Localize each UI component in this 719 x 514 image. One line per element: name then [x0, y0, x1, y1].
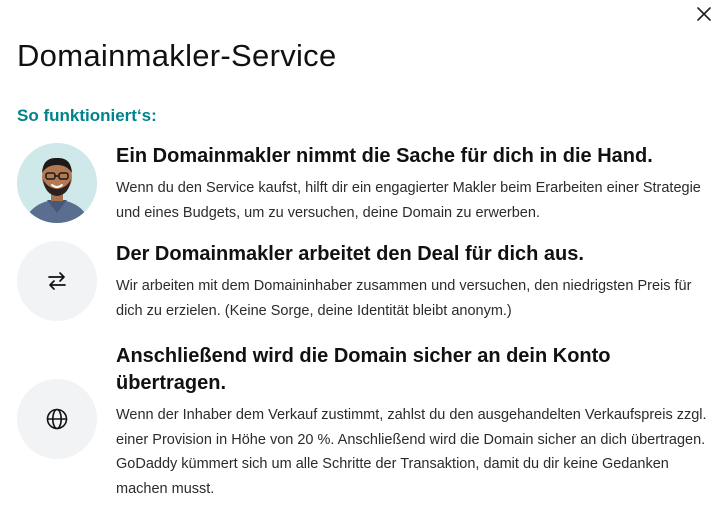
step-heading: Der Domainmakler arbeitet den Deal für d… [116, 243, 584, 265]
step-description: Wenn du den Service kaufst, hilft dir ei… [116, 180, 701, 221]
close-icon [697, 7, 711, 21]
modal-title: Domainmakler-Service [17, 38, 337, 73]
close-button[interactable] [693, 3, 715, 25]
how-it-works-heading: So funktioniert‘s: [17, 106, 157, 125]
step-content: Ein Domainmakler nimmt die Sache für dic… [116, 143, 707, 225]
globe-badge [17, 379, 97, 459]
step-description: Wir arbeiten mit dem Domaininhaber zusam… [116, 278, 692, 319]
step-content: Anschließend wird die Domain sicher an d… [116, 343, 707, 501]
domain-broker-modal: Domainmakler-Service So funktioniert‘s: [0, 0, 719, 514]
swap-badge [17, 241, 97, 321]
broker-avatar-illustration [17, 143, 97, 223]
step-heading: Anschließend wird die Domain sicher an d… [116, 345, 611, 394]
broker-avatar [17, 143, 97, 223]
step-heading: Ein Domainmakler nimmt die Sache für dic… [116, 145, 653, 167]
swap-arrows-icon [48, 272, 66, 290]
step-content: Der Domainmakler arbeitet den Deal für d… [116, 241, 707, 323]
globe-icon [46, 408, 68, 430]
step-description: Wenn der Inhaber dem Verkauf zustimmt, z… [116, 407, 707, 497]
